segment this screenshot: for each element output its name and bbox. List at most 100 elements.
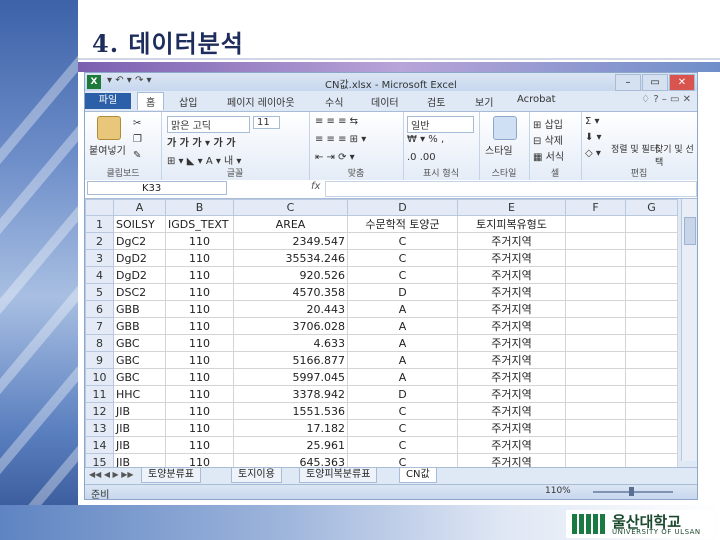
cell-e[interactable]: 주거지역: [457, 419, 566, 437]
cell-f[interactable]: [565, 283, 626, 301]
cell-b[interactable]: 110: [165, 317, 234, 335]
cell-e[interactable]: 토지피복유형도: [457, 215, 566, 233]
cell-b[interactable]: 110: [165, 368, 234, 386]
cell-a[interactable]: JIB: [113, 419, 166, 437]
quick-access-toolbar[interactable]: ▾ ↶ ▾ ↷ ▾: [107, 75, 152, 86]
font-name-select[interactable]: 맑은 고딕: [167, 116, 250, 133]
cell-f[interactable]: [565, 232, 626, 250]
cell-b[interactable]: 110: [165, 351, 234, 369]
cell-d[interactable]: C: [347, 232, 458, 250]
excel-app-icon[interactable]: X: [87, 75, 101, 89]
cell-f[interactable]: [565, 351, 626, 369]
insert-cells-button[interactable]: ⊞ 삽입: [533, 116, 563, 131]
cell-f[interactable]: [565, 266, 626, 284]
clear-icon[interactable]: ◇ ▾: [585, 148, 601, 159]
sheet-tab-cn[interactable]: CN값: [399, 468, 437, 483]
delete-cells-button[interactable]: ⊟ 삭제: [533, 132, 563, 147]
row-header[interactable]: 13: [85, 419, 114, 437]
cell-b[interactable]: 110: [165, 385, 234, 403]
cell-d[interactable]: C: [347, 402, 458, 420]
cell-b[interactable]: IGDS_TEXT: [165, 215, 234, 233]
cell-g[interactable]: [625, 249, 678, 267]
column-header-f[interactable]: F: [565, 199, 626, 216]
cell-d[interactable]: A: [347, 368, 458, 386]
cell-f[interactable]: [565, 300, 626, 318]
cell-d[interactable]: A: [347, 334, 458, 352]
name-box[interactable]: K33: [87, 181, 227, 195]
cell-b[interactable]: 110: [165, 436, 234, 454]
styles-button[interactable]: 스타일: [485, 142, 513, 157]
cell-f[interactable]: [565, 215, 626, 233]
cell-f[interactable]: [565, 334, 626, 352]
column-header-b[interactable]: B: [165, 199, 234, 216]
cell-e[interactable]: 주거지역: [457, 334, 566, 352]
row-header[interactable]: 1: [85, 215, 114, 233]
cell-d[interactable]: 수문학적 토양군: [347, 215, 458, 233]
tab-insert[interactable]: 삽입: [179, 94, 197, 109]
row-header[interactable]: 7: [85, 317, 114, 335]
tab-data[interactable]: 데이터: [371, 94, 399, 109]
number-format-select[interactable]: 일반: [407, 116, 474, 133]
insert-function-icon[interactable]: fx: [311, 181, 320, 192]
formula-input[interactable]: [325, 181, 697, 197]
cell-e[interactable]: 주거지역: [457, 402, 566, 420]
row-header[interactable]: 12: [85, 402, 114, 420]
select-all-corner[interactable]: [85, 199, 114, 216]
format-cells-button[interactable]: ▦ 서식: [533, 148, 564, 163]
cell-d[interactable]: C: [347, 249, 458, 267]
cell-a[interactable]: GBC: [113, 334, 166, 352]
cell-c[interactable]: 35534.246: [233, 249, 348, 267]
column-header-a[interactable]: A: [113, 199, 166, 216]
sheet-tab-soil-classification[interactable]: 토양분류표: [141, 468, 201, 483]
sort-filter-button[interactable]: 정렬 및 필터: [611, 142, 658, 155]
cell-g[interactable]: [625, 402, 678, 420]
cell-e[interactable]: 주거지역: [457, 266, 566, 284]
cell-d[interactable]: C: [347, 419, 458, 437]
column-header-e[interactable]: E: [457, 199, 566, 216]
cell-b[interactable]: 110: [165, 334, 234, 352]
tab-formulas[interactable]: 수식: [325, 94, 343, 109]
cell-a[interactable]: SOILSY: [113, 215, 166, 233]
styles-icon[interactable]: [493, 116, 517, 140]
cell-b[interactable]: 110: [165, 419, 234, 437]
cell-e[interactable]: 주거지역: [457, 300, 566, 318]
cell-f[interactable]: [565, 402, 626, 420]
cell-a[interactable]: HHC: [113, 385, 166, 403]
cell-a[interactable]: DgC2: [113, 232, 166, 250]
paste-icon[interactable]: [97, 116, 121, 140]
cell-a[interactable]: GBC: [113, 368, 166, 386]
cell-e[interactable]: 주거지역: [457, 317, 566, 335]
autosum-icon[interactable]: Σ ▾: [585, 116, 600, 127]
cell-g[interactable]: [625, 334, 678, 352]
cell-c[interactable]: 3378.942: [233, 385, 348, 403]
currency-percent-buttons[interactable]: ₩ ▾ % ,: [407, 134, 444, 145]
sheet-nav-buttons[interactable]: ◀◀ ◀ ▶ ▶▶: [89, 470, 134, 479]
cell-g[interactable]: [625, 419, 678, 437]
cell-b[interactable]: 110: [165, 300, 234, 318]
cell-b[interactable]: 110: [165, 232, 234, 250]
cell-e[interactable]: 주거지역: [457, 351, 566, 369]
cell-c[interactable]: 25.961: [233, 436, 348, 454]
row-header[interactable]: 3: [85, 249, 114, 267]
row-header[interactable]: 5: [85, 283, 114, 301]
cell-a[interactable]: GBB: [113, 317, 166, 335]
vertical-scrollbar[interactable]: [681, 199, 696, 461]
cell-c[interactable]: AREA: [233, 215, 348, 233]
cell-e[interactable]: 주거지역: [457, 436, 566, 454]
scrollbar-thumb[interactable]: [684, 217, 696, 245]
cell-a[interactable]: JIB: [113, 436, 166, 454]
cell-a[interactable]: DgD2: [113, 266, 166, 284]
cell-g[interactable]: [625, 232, 678, 250]
column-header-d[interactable]: D: [347, 199, 458, 216]
cell-c[interactable]: 1551.536: [233, 402, 348, 420]
cell-e[interactable]: 주거지역: [457, 249, 566, 267]
row-header[interactable]: 4: [85, 266, 114, 284]
cell-c[interactable]: 5997.045: [233, 368, 348, 386]
cell-a[interactable]: JIB: [113, 402, 166, 420]
zoom-level[interactable]: 110%: [545, 486, 571, 496]
row-header[interactable]: 2: [85, 232, 114, 250]
cell-g[interactable]: [625, 351, 678, 369]
cell-a[interactable]: GBB: [113, 300, 166, 318]
tab-home[interactable]: 홈: [137, 92, 165, 110]
bold-button[interactable]: 가 가 가 ▾ 가 가: [167, 134, 235, 149]
